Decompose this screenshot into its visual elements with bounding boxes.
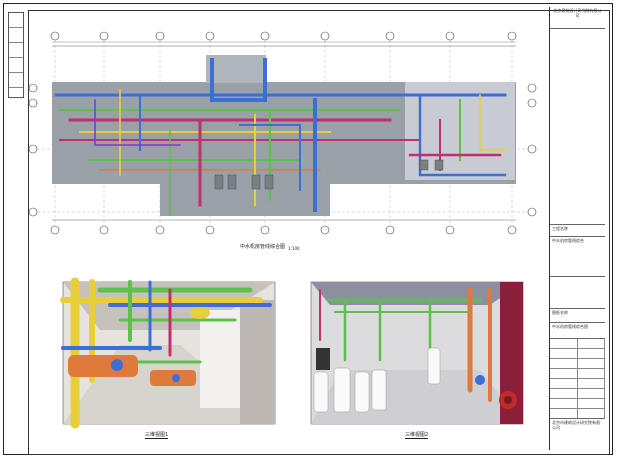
title-block: 北京建筑设计研究院有限公司 工程名称 中水机房管线综合 图纸名称 中水机房管线综…: [549, 7, 605, 450]
drawing-name: 中水机房管线综合图: [550, 323, 605, 339]
plan-caption: 中水机房管线综合图: [240, 244, 286, 250]
view1-caption: 三维视图1: [145, 432, 169, 439]
project-name: 中水机房管线综合: [550, 237, 605, 277]
view2-caption: 三维视图2: [405, 432, 429, 439]
project-label: 工程名称: [550, 225, 605, 237]
company-header: 北京建筑设计研究院有限公司: [550, 7, 605, 29]
drawing-label: 图纸名称: [550, 309, 605, 323]
drawing-canvas: [28, 31, 537, 429]
footer-company: 北京市建筑设计研究院有限公司: [552, 420, 600, 430]
3d-view-2: [310, 281, 524, 425]
plan-view: [28, 31, 537, 235]
plan-scale: 1:100: [288, 246, 300, 251]
3d-view-1: [60, 277, 276, 429]
